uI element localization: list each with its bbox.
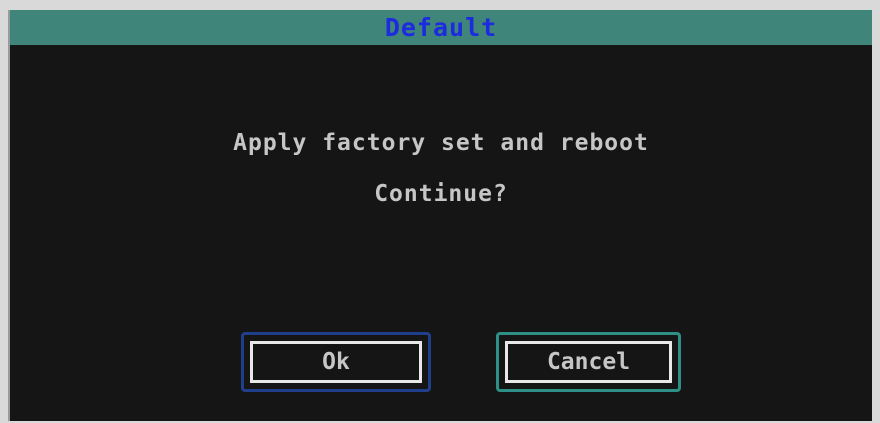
ok-button[interactable]: Ok <box>241 332 431 392</box>
ok-button-label: Ok <box>250 341 422 383</box>
cancel-button[interactable]: Cancel <box>496 332 681 392</box>
dialog-message-line-1: Apply factory set and reboot <box>233 130 649 156</box>
cancel-button-label: Cancel <box>505 341 672 383</box>
dialog-title-bar: Default <box>10 10 872 45</box>
default-dialog: Default Apply factory set and reboot Con… <box>8 10 872 421</box>
dialog-title: Default <box>384 13 498 42</box>
dialog-message-line-2: Continue? <box>374 181 508 207</box>
